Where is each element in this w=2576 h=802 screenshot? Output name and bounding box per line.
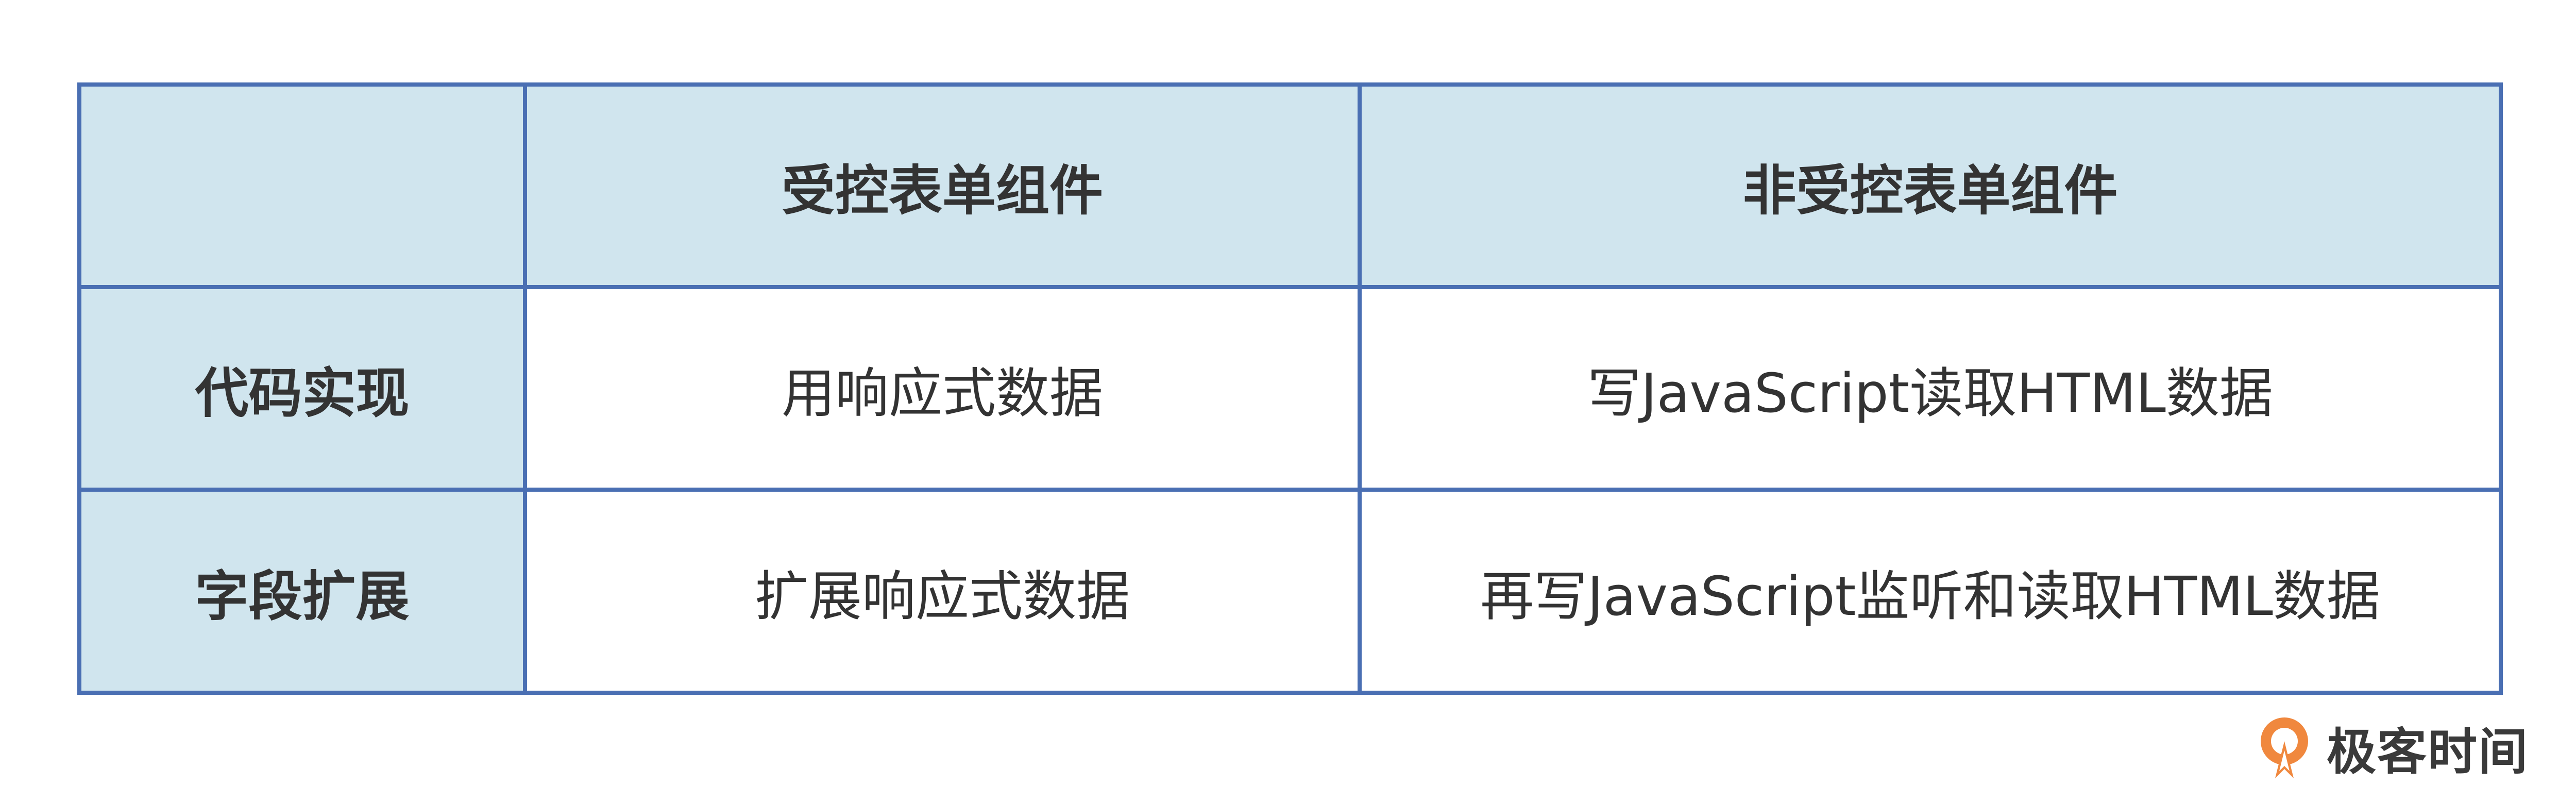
table-row: 代码实现 用响应式数据 写JavaScript读取HTML数据 — [77, 285, 2503, 492]
brand-logo: 极客时间 — [2256, 712, 2529, 783]
row-label-code-impl: 代码实现 — [77, 285, 527, 492]
table-row: 字段扩展 扩展响应式数据 再写JavaScript监听和读取HTML数据 — [77, 488, 2503, 695]
comparison-table: 受控表单组件 非受控表单组件 代码实现 用响应式数据 写JavaScript读取… — [77, 82, 2503, 695]
header-controlled: 受控表单组件 — [523, 82, 1362, 289]
cell-controlled-code-impl: 用响应式数据 — [523, 285, 1362, 492]
cell-controlled-field-ext: 扩展响应式数据 — [523, 488, 1362, 695]
header-uncontrolled: 非受控表单组件 — [1358, 82, 2503, 289]
cell-uncontrolled-code-impl: 写JavaScript读取HTML数据 — [1358, 285, 2503, 492]
geektime-logo-icon — [2261, 717, 2308, 778]
header-corner-cell — [77, 82, 527, 289]
document-canvas: 受控表单组件 非受控表单组件 代码实现 用响应式数据 写JavaScript读取… — [0, 0, 2576, 802]
cell-uncontrolled-field-ext: 再写JavaScript监听和读取HTML数据 — [1358, 488, 2503, 695]
table-header-row: 受控表单组件 非受控表单组件 — [77, 82, 2503, 289]
row-label-field-ext: 字段扩展 — [77, 488, 527, 695]
brand-name: 极客时间 — [2327, 723, 2529, 781]
